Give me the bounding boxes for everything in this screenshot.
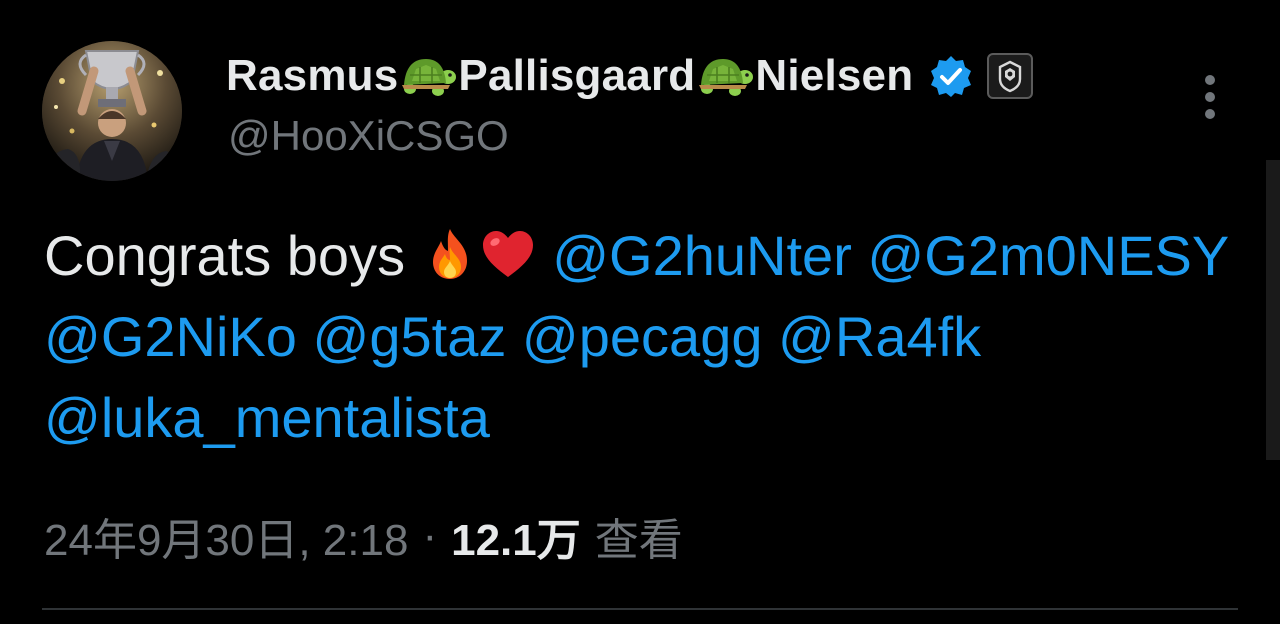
avatar-image (42, 41, 182, 181)
fire-emoji-icon (421, 223, 479, 281)
scrollbar[interactable] (1266, 160, 1280, 460)
display-name-part: Nielsen (755, 51, 914, 100)
tweet-timestamp[interactable]: 24年9月30日, 2:18 (44, 504, 408, 568)
more-vertical-icon[interactable] (1196, 74, 1224, 120)
mention-link[interactable]: @G2m0NESY (867, 224, 1228, 287)
mention-link[interactable]: @G2NiKo (44, 305, 297, 368)
tweet-text: Congrats boys @G2huNter @G2m0NESY @G2NiK… (44, 215, 1254, 458)
tweet-meta: 24年9月30日, 2:18 · 12.1万 查看 (44, 506, 683, 566)
views-count[interactable]: 12.1万 (451, 504, 581, 568)
tweet-detail: Rasmus Pallisgaard Nielsen @HooXiCSGO Co… (0, 0, 1280, 624)
meta-separator: · (422, 511, 438, 560)
mention-link[interactable]: @luka_mentalista (44, 386, 490, 449)
red-heart-emoji-icon (479, 223, 537, 281)
mention-link[interactable]: @pecagg (522, 305, 763, 368)
verified-badge-icon[interactable] (929, 54, 973, 98)
display-name[interactable]: Rasmus Pallisgaard Nielsen (226, 48, 1034, 104)
views-label: 查看 (594, 516, 683, 565)
turtle-emoji-icon (398, 51, 458, 101)
display-name-part: Rasmus (226, 51, 399, 100)
user-handle[interactable]: @HooXiCSGO (228, 112, 509, 160)
mention-link[interactable]: @Ra4fk (778, 305, 981, 368)
affiliate-badge-icon[interactable] (987, 53, 1034, 99)
mention-link[interactable]: @G2huNter (552, 224, 852, 287)
avatar[interactable] (42, 41, 182, 181)
divider (42, 608, 1238, 610)
tweet-text-prefix: Congrats boys (44, 224, 421, 287)
turtle-emoji-icon (695, 51, 755, 101)
mention-link[interactable]: @g5taz (313, 305, 507, 368)
display-name-part: Pallisgaard (458, 51, 696, 100)
